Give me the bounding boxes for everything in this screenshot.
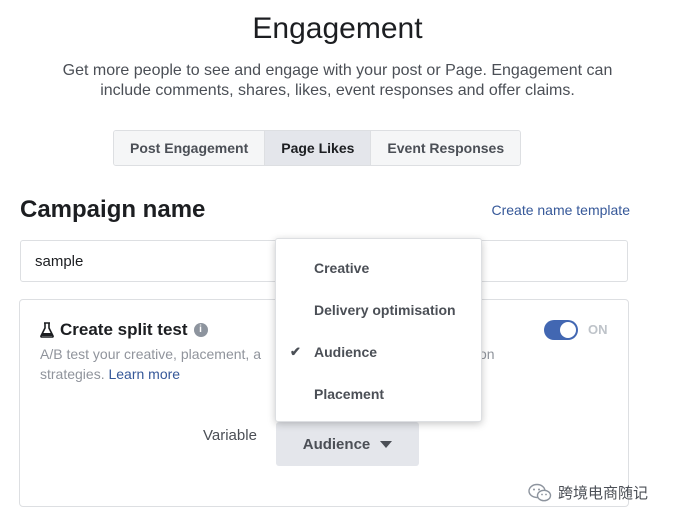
campaign-name-label: Campaign name: [20, 196, 206, 223]
variable-selected-value: Audience: [302, 435, 371, 453]
watermark: 跨境电商随记: [528, 482, 648, 503]
tab-post-engagement[interactable]: Post Engagement: [114, 131, 266, 165]
dropdown-item-creative[interactable]: Creative: [276, 247, 481, 289]
tab-page-likes[interactable]: Page Likes: [265, 131, 372, 165]
toggle-state-label: ON: [588, 322, 608, 337]
caret-down-icon: [380, 440, 393, 448]
tab-event-responses[interactable]: Event Responses: [371, 131, 521, 165]
toggle-knob: [560, 322, 576, 338]
subtitle-line-2: include comments, shares, likes, event r…: [100, 82, 575, 99]
flask-icon: [40, 322, 54, 338]
dropdown-item-audience[interactable]: ✔ Audience: [276, 331, 481, 373]
create-name-template-link[interactable]: Create name template: [491, 202, 630, 218]
page-subtitle: Get more people to see and engage with y…: [20, 61, 655, 101]
checkmark-icon: ✔: [290, 344, 301, 359]
subtitle-line-1: Get more people to see and engage with y…: [62, 62, 613, 79]
learn-more-link[interactable]: Learn more: [108, 366, 180, 382]
dropdown-item-delivery-optimisation[interactable]: Delivery optimisation: [276, 289, 481, 331]
info-icon[interactable]: i: [193, 323, 208, 337]
dropdown-item-label: Placement: [314, 386, 385, 402]
dropdown-item-placement[interactable]: Placement: [276, 373, 481, 415]
dropdown-item-label: Audience: [314, 344, 378, 360]
watermark-text: 跨境电商随记: [558, 485, 649, 502]
split-test-toggle[interactable]: [544, 320, 578, 340]
page-title: Engagement: [252, 12, 423, 45]
split-test-header: Create split test i: [40, 320, 208, 340]
objective-tabs: Post Engagement Page Likes Event Respons…: [113, 130, 522, 166]
split-test-title: Create split test: [60, 320, 188, 339]
variable-select[interactable]: Audience: [276, 422, 419, 466]
dropdown-item-label: Delivery optimisation: [314, 302, 456, 318]
variable-dropdown-menu: Creative Delivery optimisation ✔ Audienc…: [275, 238, 482, 422]
dropdown-item-label: Creative: [314, 260, 370, 276]
wechat-icon: [528, 483, 552, 501]
variable-label: Variable: [203, 427, 257, 444]
